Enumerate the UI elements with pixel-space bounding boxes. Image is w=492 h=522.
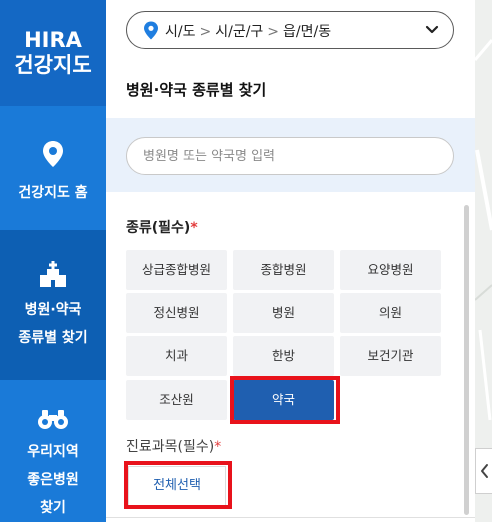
type-option-nursing-hospital[interactable]: 요양병원: [340, 250, 441, 290]
binoculars-icon: [38, 410, 68, 429]
location-eupmyeondong: 읍/면/동: [283, 24, 332, 40]
type-option-general-hospital[interactable]: 종합병원: [233, 250, 334, 290]
location-sigungu: 시/군/구: [215, 24, 264, 40]
divider: [106, 517, 475, 518]
sidebar-item-label: 병원·약국: [24, 302, 82, 318]
hospital-icon: [40, 261, 66, 287]
sidebar-item-label-group: 병원·약국 종류별 찾기: [0, 296, 106, 352]
sidebar-item-good-hospitals[interactable]: 우리지역 좋은병원 찾기: [0, 380, 106, 522]
type-option-psychiatric-hospital[interactable]: 정신병원: [126, 293, 227, 333]
sidebar-item-label: 좋은병원: [27, 472, 79, 488]
panel-collapse-button[interactable]: [475, 448, 492, 494]
map-pin-icon: [43, 141, 63, 167]
required-mark: *: [190, 220, 198, 236]
type-label-text: 종류(필수): [126, 220, 191, 236]
highlight-box-select-all: [124, 461, 232, 509]
sidebar-item-home[interactable]: 건강지도 홈: [0, 106, 106, 230]
search-band: [106, 118, 475, 192]
breadcrumb-separator: >: [267, 24, 280, 40]
type-option-oriental-medicine[interactable]: 한방: [233, 336, 334, 376]
location-select[interactable]: 시/도 > 시/군/구 > 읍/면/동: [126, 11, 454, 49]
type-option-hospital[interactable]: 병원: [233, 293, 334, 333]
brand-logo[interactable]: HIRA 건강지도: [0, 0, 106, 106]
highlight-box-pharmacy: [230, 376, 340, 424]
search-input[interactable]: [126, 137, 454, 175]
location-sido: 시/도: [165, 24, 196, 40]
sidebar-item-label: 건강지도 홈: [18, 185, 88, 201]
brand-line1: HIRA: [24, 28, 82, 52]
location-pin-icon: [144, 21, 158, 40]
type-option-tertiary-hospital[interactable]: 상급종합병원: [126, 250, 227, 290]
chevron-down-icon: [425, 25, 439, 34]
type-option-dental[interactable]: 치과: [126, 336, 227, 376]
type-option-clinic[interactable]: 의원: [340, 293, 441, 333]
map-area[interactable]: [475, 0, 492, 522]
breadcrumb-separator: >: [199, 24, 212, 40]
dept-section-label: 진료과목(필수)*: [126, 436, 221, 456]
panel-scrollbar[interactable]: [464, 205, 469, 515]
type-option-public-health[interactable]: 보건기관: [340, 336, 441, 376]
type-option-midwifery[interactable]: 조산원: [126, 380, 227, 420]
dept-label-text: 진료과목(필수): [126, 439, 215, 455]
sidebar-item-label: 우리지역: [27, 444, 79, 460]
sidebar-item-label-group: 우리지역 좋은병원 찾기: [0, 438, 106, 522]
sidebar-item-label: 찾기: [40, 500, 66, 516]
map-roads: [475, 39, 492, 421]
brand-line2: 건강지도: [14, 53, 92, 77]
sidebar-item-find-by-type[interactable]: 병원·약국 종류별 찾기: [0, 230, 106, 380]
location-path: 시/도 > 시/군/구 > 읍/면/동: [165, 21, 331, 41]
chevron-left-icon: [481, 464, 488, 478]
sidebar: HIRA 건강지도 건강지도 홈 병원·약국 종류별 찾기 우리지역 좋은병원 …: [0, 0, 106, 522]
sidebar-item-label: 종류별 찾기: [18, 330, 88, 346]
required-mark: *: [214, 439, 222, 455]
search-panel: 시/도>시/군/구>읍/면/동 병원·약국 종류별 찾기 종류(필수)* 상급종…: [106, 0, 475, 522]
type-section-label: 종류(필수)*: [126, 217, 198, 237]
page-title: 병원·약국 종류별 찾기: [126, 81, 267, 99]
